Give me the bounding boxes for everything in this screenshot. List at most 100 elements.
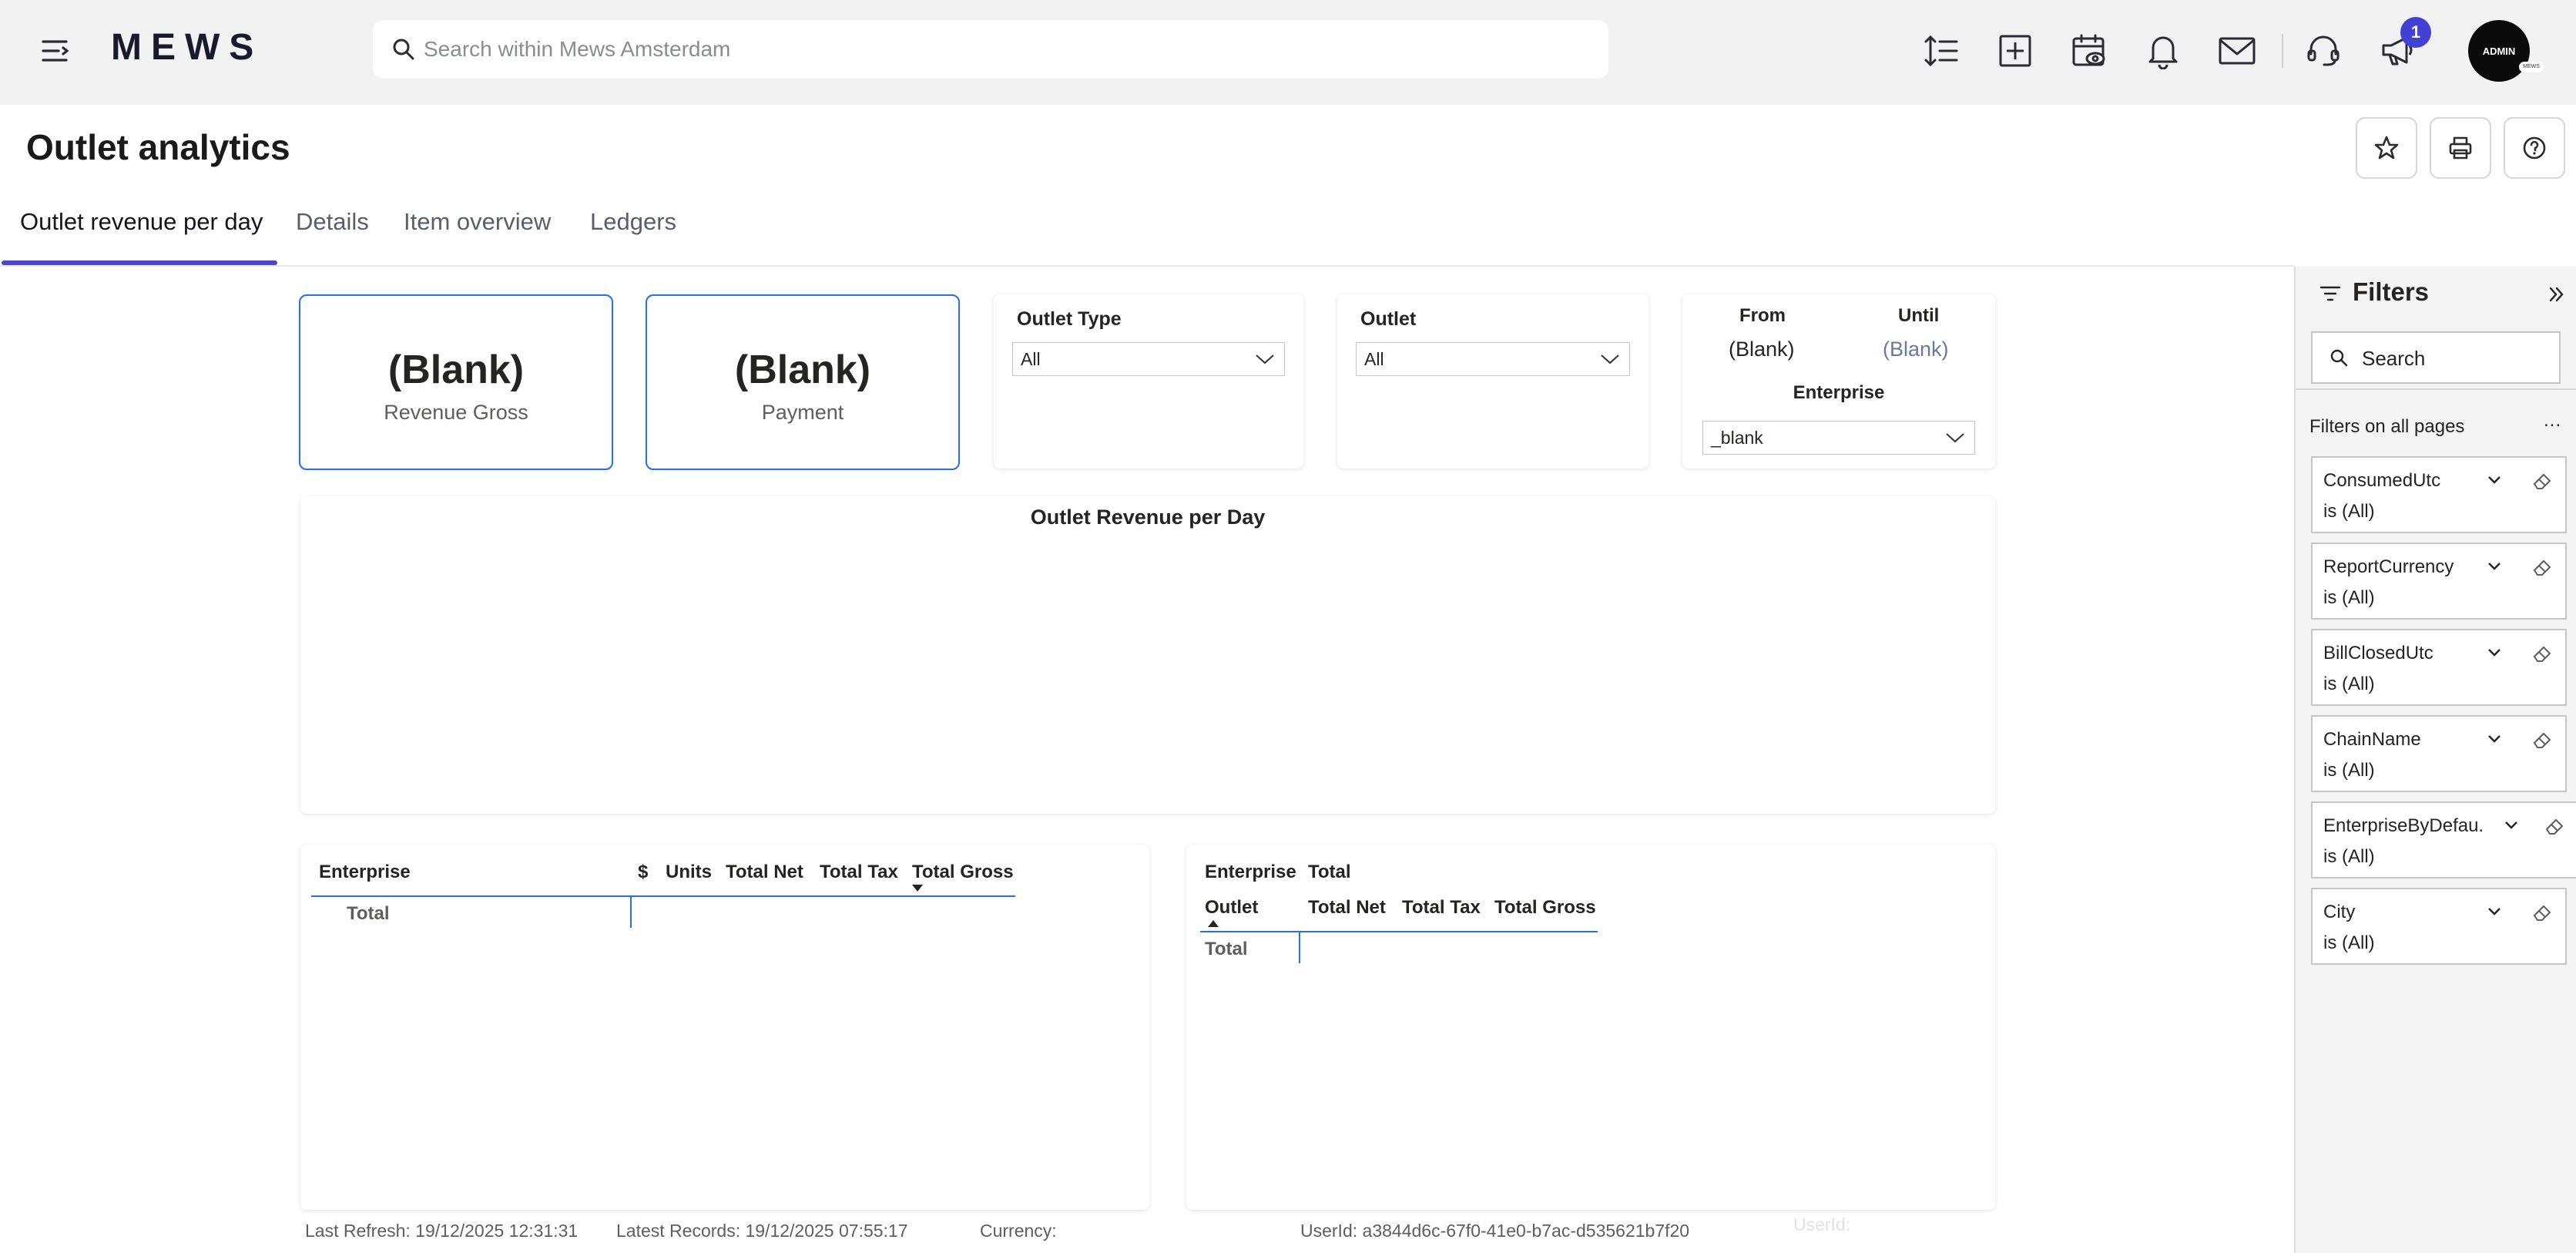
search-icon <box>2330 349 2348 367</box>
currency-text: Currency: <box>980 1221 1057 1241</box>
clear-filter-icon[interactable] <box>2531 643 2553 664</box>
chevron-down-icon[interactable] <box>2487 647 2502 658</box>
mail-icon[interactable] <box>2214 28 2260 74</box>
total-row-label: Total <box>347 903 390 924</box>
chevron-down-icon[interactable] <box>2487 561 2502 572</box>
clear-filter-icon[interactable] <box>2544 815 2565 837</box>
dropdown-value: All <box>1364 349 1384 369</box>
filter-card-billclosedutc[interactable]: BillClosedUtc is (All) <box>2311 629 2567 706</box>
star-icon <box>2374 136 2399 160</box>
column-header-total-net[interactable]: Total Net <box>1308 897 1386 919</box>
filters-search-input[interactable]: Search <box>2311 331 2561 384</box>
collapse-pane-icon[interactable] <box>2548 285 2565 304</box>
kpi-revenue-gross[interactable]: (Blank) Revenue Gross <box>299 294 613 470</box>
until-value[interactable]: (Blank) <box>1883 338 1949 361</box>
filters-search-placeholder: Search <box>2362 347 2426 370</box>
chevron-down-icon[interactable] <box>2504 820 2519 831</box>
sort-ascending-icon <box>1208 920 1219 927</box>
search-icon <box>393 39 414 60</box>
column-group-total[interactable]: Total <box>1308 862 1351 883</box>
last-refresh-text: Last Refresh: 19/12/2025 12:31:31 <box>305 1221 579 1241</box>
user-avatar[interactable]: ADMIN <box>2468 20 2530 82</box>
clear-filter-icon[interactable] <box>2531 556 2553 578</box>
row-header-outlet[interactable]: Outlet <box>1205 897 1258 919</box>
filters-title: Filters <box>2353 277 2430 306</box>
outlet-revenue-matrix[interactable]: Enterprise Total Outlet Total Net Total … <box>1186 845 1995 1210</box>
kpi-value: (Blank) <box>734 348 871 392</box>
bell-icon[interactable] <box>2140 28 2186 74</box>
column-header-total-gross[interactable]: Total Gross <box>912 862 1014 883</box>
filter-card-chainname[interactable]: ChainName is (All) <box>2311 715 2567 792</box>
kpi-label: Payment <box>761 401 844 424</box>
column-header-total-gross[interactable]: Total Gross <box>1494 897 1596 919</box>
support-headset-icon[interactable] <box>2300 28 2346 74</box>
clear-filter-icon[interactable] <box>2531 729 2553 751</box>
column-divider <box>630 897 632 928</box>
slicer-title: Outlet <box>1360 308 1417 330</box>
chevron-down-icon[interactable] <box>2487 734 2502 744</box>
outlet-revenue-chart[interactable]: Outlet Revenue per Day <box>300 496 1995 814</box>
row-header-enterprise[interactable]: Enterprise <box>1205 862 1296 883</box>
dropdown-value: All <box>1021 349 1041 369</box>
outlet-type-dropdown[interactable]: All <box>1012 342 1285 376</box>
report-canvas: (Blank) Revenue Gross (Blank) Payment Ou… <box>0 267 2294 1253</box>
more-options-icon[interactable]: ... <box>2544 410 2561 432</box>
global-search-input[interactable]: Search within Mews Amsterdam <box>373 20 1608 79</box>
chevron-down-icon <box>1601 354 1619 364</box>
tab-outlet-revenue-per-day[interactable]: Outlet revenue per day <box>20 208 263 236</box>
dropdown-value: _blank <box>1711 428 1763 448</box>
header-divider <box>311 895 1015 897</box>
from-value[interactable]: (Blank) <box>1729 338 1795 361</box>
kpi-label: Revenue Gross <box>384 401 528 424</box>
column-header-enterprise[interactable]: Enterprise <box>319 862 411 883</box>
search-placeholder: Search within Mews Amsterdam <box>424 37 731 61</box>
menu-icon[interactable] <box>40 35 74 66</box>
toolbar-divider <box>2282 34 2283 68</box>
filter-name: ConsumedUtc <box>2323 470 2441 491</box>
date-enterprise-slicer: From Until (Blank) (Blank) Enterprise _b… <box>1682 294 1995 469</box>
total-row-label: Total <box>1205 939 1248 959</box>
filter-card-consumedutc[interactable]: ConsumedUtc is (All) <box>2311 456 2567 533</box>
favorite-button[interactable] <box>2356 117 2417 179</box>
filters-section-title: Filters on all pages <box>2309 416 2465 437</box>
clear-filter-icon[interactable] <box>2531 470 2553 492</box>
filter-value: is (All) <box>2323 932 2375 953</box>
tab-details[interactable]: Details <box>296 208 369 236</box>
user-id-ghost-text: UserId: <box>1793 1214 1851 1235</box>
filters-pane: Filters Search Filters on all pages ... … <box>2294 267 2576 1253</box>
tab-ledgers[interactable]: Ledgers <box>590 208 676 236</box>
help-button[interactable] <box>2504 117 2565 179</box>
latest-records-text: Latest Records: 19/12/2025 07:55:17 <box>616 1221 908 1241</box>
outlet-dropdown[interactable]: All <box>1356 342 1630 376</box>
enterprise-dropdown[interactable]: _blank <box>1702 421 1975 455</box>
column-header-total-tax[interactable]: Total Tax <box>1402 897 1481 919</box>
filter-value: is (All) <box>2323 587 2375 608</box>
chevron-down-icon[interactable] <box>2487 906 2502 917</box>
filter-name: EnterpriseByDefau... <box>2323 815 2485 836</box>
add-icon[interactable] <box>1992 28 2038 74</box>
tab-item-overview[interactable]: Item overview <box>404 208 551 236</box>
column-header-total-tax[interactable]: Total Tax <box>820 862 898 883</box>
chart-title: Outlet Revenue per Day <box>1030 506 1266 529</box>
filter-icon <box>2319 286 2341 301</box>
calendar-view-icon[interactable] <box>2066 28 2112 74</box>
column-header-units[interactable]: Units <box>666 862 712 883</box>
filter-card-reportcurrency[interactable]: ReportCurrency is (All) <box>2311 543 2567 620</box>
slicer-title: Outlet Type <box>1017 308 1122 330</box>
filter-value: is (All) <box>2323 760 2375 781</box>
kpi-payment[interactable]: (Blank) Payment <box>646 294 960 470</box>
filter-card-enterprisebydefault[interactable]: EnterpriseByDefau... is (All) <box>2311 801 2576 878</box>
column-header-total-net[interactable]: Total Net <box>726 862 803 883</box>
clear-filter-icon[interactable] <box>2531 902 2553 923</box>
enterprise-revenue-table[interactable]: Enterprise $ Units Total Net Total Tax T… <box>300 845 1149 1210</box>
mews-logo[interactable]: MEWS <box>111 26 263 69</box>
filters-divider <box>2296 388 2576 390</box>
filter-card-city[interactable]: City is (All) <box>2311 888 2567 965</box>
chevron-down-icon[interactable] <box>2487 475 2502 485</box>
line-height-icon[interactable] <box>1918 28 1964 74</box>
avatar-tag: MEWS <box>2519 62 2544 72</box>
filter-value: is (All) <box>2323 674 2375 694</box>
notification-badge: 1 <box>2400 17 2431 48</box>
print-button[interactable] <box>2430 117 2491 179</box>
column-header-currency[interactable]: $ <box>638 862 648 883</box>
